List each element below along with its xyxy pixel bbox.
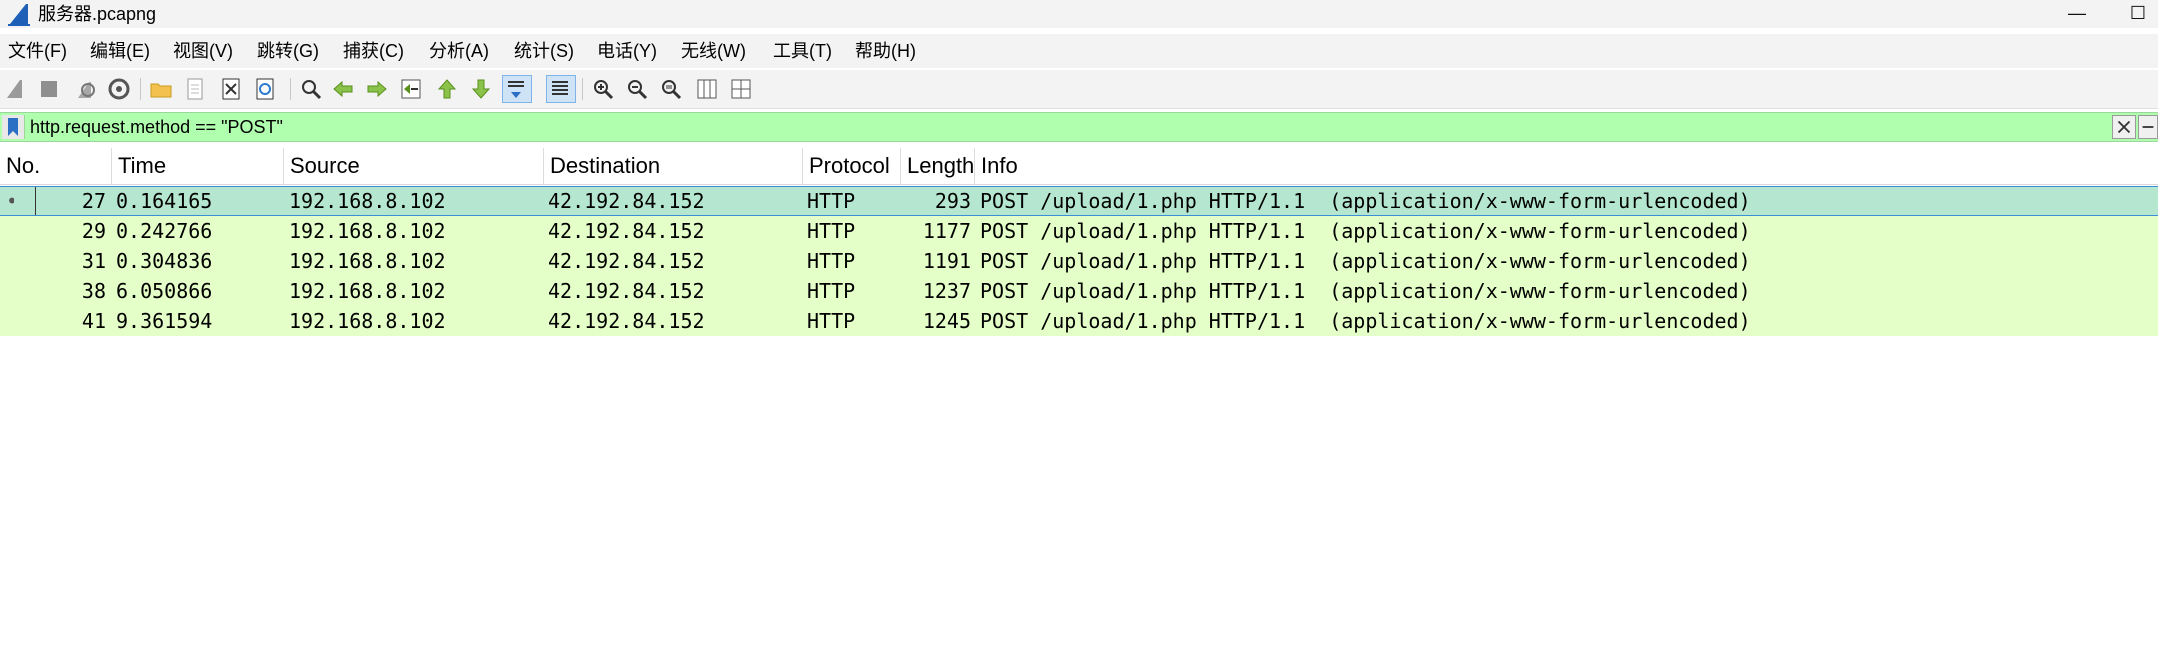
packet-no: 31 bbox=[81, 249, 106, 273]
packet-length: 1177 bbox=[922, 219, 971, 243]
packet-protocol: HTTP bbox=[807, 189, 856, 213]
packet-no: 27 bbox=[81, 189, 106, 213]
title-bar: 服务器.pcapng — ☐ bbox=[0, 0, 2158, 28]
find-packet-icon[interactable] bbox=[298, 76, 324, 102]
packet-info: POST /upload/1.php HTTP/1.1 (application… bbox=[980, 189, 1751, 213]
close-file-icon[interactable] bbox=[218, 76, 244, 102]
main-toolbar bbox=[0, 70, 2158, 109]
start-capture-icon[interactable] bbox=[2, 76, 28, 102]
column-header-length[interactable]: Length bbox=[901, 148, 975, 184]
menu-bar: 文件(F) 编辑(E) 视图(V) 跳转(G) 捕获(C) 分析(A) 统计(S… bbox=[0, 34, 2158, 68]
packet-info: POST /upload/1.php HTTP/1.1 (application… bbox=[980, 219, 1751, 243]
column-header-protocol[interactable]: Protocol bbox=[803, 148, 901, 184]
menu-statistics[interactable]: 统计(S) bbox=[514, 40, 574, 62]
display-filter-input[interactable] bbox=[30, 115, 2110, 139]
stop-capture-icon[interactable] bbox=[36, 76, 62, 102]
filter-bookmark-icon[interactable] bbox=[2, 115, 25, 139]
column-header-info[interactable]: Info bbox=[975, 148, 2158, 184]
packet-time: 9.361594 bbox=[116, 309, 213, 333]
clear-filter-icon[interactable] bbox=[2112, 115, 2136, 139]
save-file-icon[interactable] bbox=[182, 76, 208, 102]
packet-source: 192.168.8.102 bbox=[289, 249, 446, 273]
window-title: 服务器.pcapng bbox=[38, 4, 157, 24]
packet-protocol: HTTP bbox=[807, 309, 856, 333]
toolbar-separator bbox=[140, 78, 141, 100]
wireshark-logo-icon bbox=[6, 2, 32, 26]
column-header-no[interactable]: No. bbox=[0, 148, 112, 184]
layout-icon[interactable] bbox=[728, 76, 754, 102]
packet-source: 192.168.8.102 bbox=[289, 189, 446, 213]
menu-help[interactable]: 帮助(H) bbox=[855, 40, 916, 62]
open-file-icon[interactable] bbox=[148, 76, 174, 102]
packet-time: 6.050866 bbox=[116, 279, 213, 303]
related-packet-icon: • bbox=[6, 187, 14, 215]
go-forward-icon[interactable] bbox=[364, 76, 390, 102]
packet-info: POST /upload/1.php HTTP/1.1 (application… bbox=[980, 309, 1751, 333]
colorize-icon[interactable] bbox=[546, 75, 576, 103]
packet-row[interactable]: 29 0.242766 192.168.8.102 42.192.84.152 … bbox=[0, 216, 2158, 246]
menu-go[interactable]: 跳转(G) bbox=[257, 40, 319, 62]
packet-time: 0.304836 bbox=[116, 249, 213, 273]
packet-source: 192.168.8.102 bbox=[289, 279, 446, 303]
zoom-out-icon[interactable] bbox=[624, 76, 650, 102]
menu-analyze[interactable]: 分析(A) bbox=[429, 40, 489, 62]
row-focus-marker bbox=[35, 187, 36, 215]
menu-telephony[interactable]: 电话(Y) bbox=[597, 40, 657, 62]
menu-edit[interactable]: 编辑(E) bbox=[90, 40, 150, 62]
packet-length: 1191 bbox=[922, 249, 971, 273]
packet-source: 192.168.8.102 bbox=[289, 309, 446, 333]
column-header-time[interactable]: Time bbox=[112, 148, 284, 184]
go-back-icon[interactable] bbox=[330, 76, 356, 102]
menu-wireless[interactable]: 无线(W) bbox=[681, 40, 746, 62]
zoom-in-icon[interactable] bbox=[590, 76, 616, 102]
packet-row[interactable]: 41 9.361594 192.168.8.102 42.192.84.152 … bbox=[0, 306, 2158, 336]
menu-view[interactable]: 视图(V) bbox=[173, 40, 233, 62]
packet-protocol: HTTP bbox=[807, 219, 856, 243]
menu-file[interactable]: 文件(F) bbox=[8, 40, 67, 62]
minimize-button[interactable]: — bbox=[2054, 0, 2100, 28]
toolbar-separator bbox=[290, 78, 291, 100]
maximize-button[interactable]: ☐ bbox=[2118, 0, 2158, 28]
packet-row[interactable]: 38 6.050866 192.168.8.102 42.192.84.152 … bbox=[0, 276, 2158, 306]
packet-no: 29 bbox=[81, 219, 106, 243]
restart-capture-icon[interactable] bbox=[72, 76, 98, 102]
autoscroll-icon[interactable] bbox=[502, 75, 532, 103]
packet-list-header: No. Time Source Destination Protocol Len… bbox=[0, 148, 2158, 185]
packet-destination: 42.192.84.152 bbox=[548, 189, 705, 213]
column-header-destination[interactable]: Destination bbox=[544, 148, 803, 184]
packet-info: POST /upload/1.php HTTP/1.1 (application… bbox=[980, 279, 1751, 303]
normal-size-icon[interactable] bbox=[658, 76, 684, 102]
packet-destination: 42.192.84.152 bbox=[548, 309, 705, 333]
menu-capture[interactable]: 捕获(C) bbox=[343, 40, 404, 62]
packet-protocol: HTTP bbox=[807, 279, 856, 303]
menu-tools[interactable]: 工具(T) bbox=[773, 40, 832, 62]
packet-length: 1237 bbox=[922, 279, 971, 303]
packet-time: 0.242766 bbox=[116, 219, 213, 243]
packet-destination: 42.192.84.152 bbox=[548, 279, 705, 303]
capture-options-icon[interactable] bbox=[106, 76, 132, 102]
apply-filter-icon[interactable] bbox=[2138, 115, 2158, 139]
packet-destination: 42.192.84.152 bbox=[548, 249, 705, 273]
packet-info: POST /upload/1.php HTTP/1.1 (application… bbox=[980, 249, 1751, 273]
packet-source: 192.168.8.102 bbox=[289, 219, 446, 243]
packet-destination: 42.192.84.152 bbox=[548, 219, 705, 243]
go-first-icon[interactable] bbox=[434, 76, 460, 102]
reload-file-icon[interactable] bbox=[252, 76, 278, 102]
packet-time: 0.164165 bbox=[116, 189, 213, 213]
packet-length: 293 bbox=[934, 189, 971, 213]
toolbar-separator bbox=[582, 78, 583, 100]
packet-no: 41 bbox=[81, 309, 106, 333]
packet-no: 38 bbox=[81, 279, 106, 303]
column-header-source[interactable]: Source bbox=[284, 148, 544, 184]
go-last-icon[interactable] bbox=[468, 76, 494, 102]
packet-protocol: HTTP bbox=[807, 249, 856, 273]
packet-row[interactable]: 31 0.304836 192.168.8.102 42.192.84.152 … bbox=[0, 246, 2158, 276]
packet-length: 1245 bbox=[922, 309, 971, 333]
display-filter-bar bbox=[0, 112, 2158, 142]
go-to-packet-icon[interactable] bbox=[398, 76, 424, 102]
resize-columns-icon[interactable] bbox=[694, 76, 720, 102]
packet-row[interactable]: • 27 0.164165 192.168.8.102 42.192.84.15… bbox=[0, 186, 2158, 216]
